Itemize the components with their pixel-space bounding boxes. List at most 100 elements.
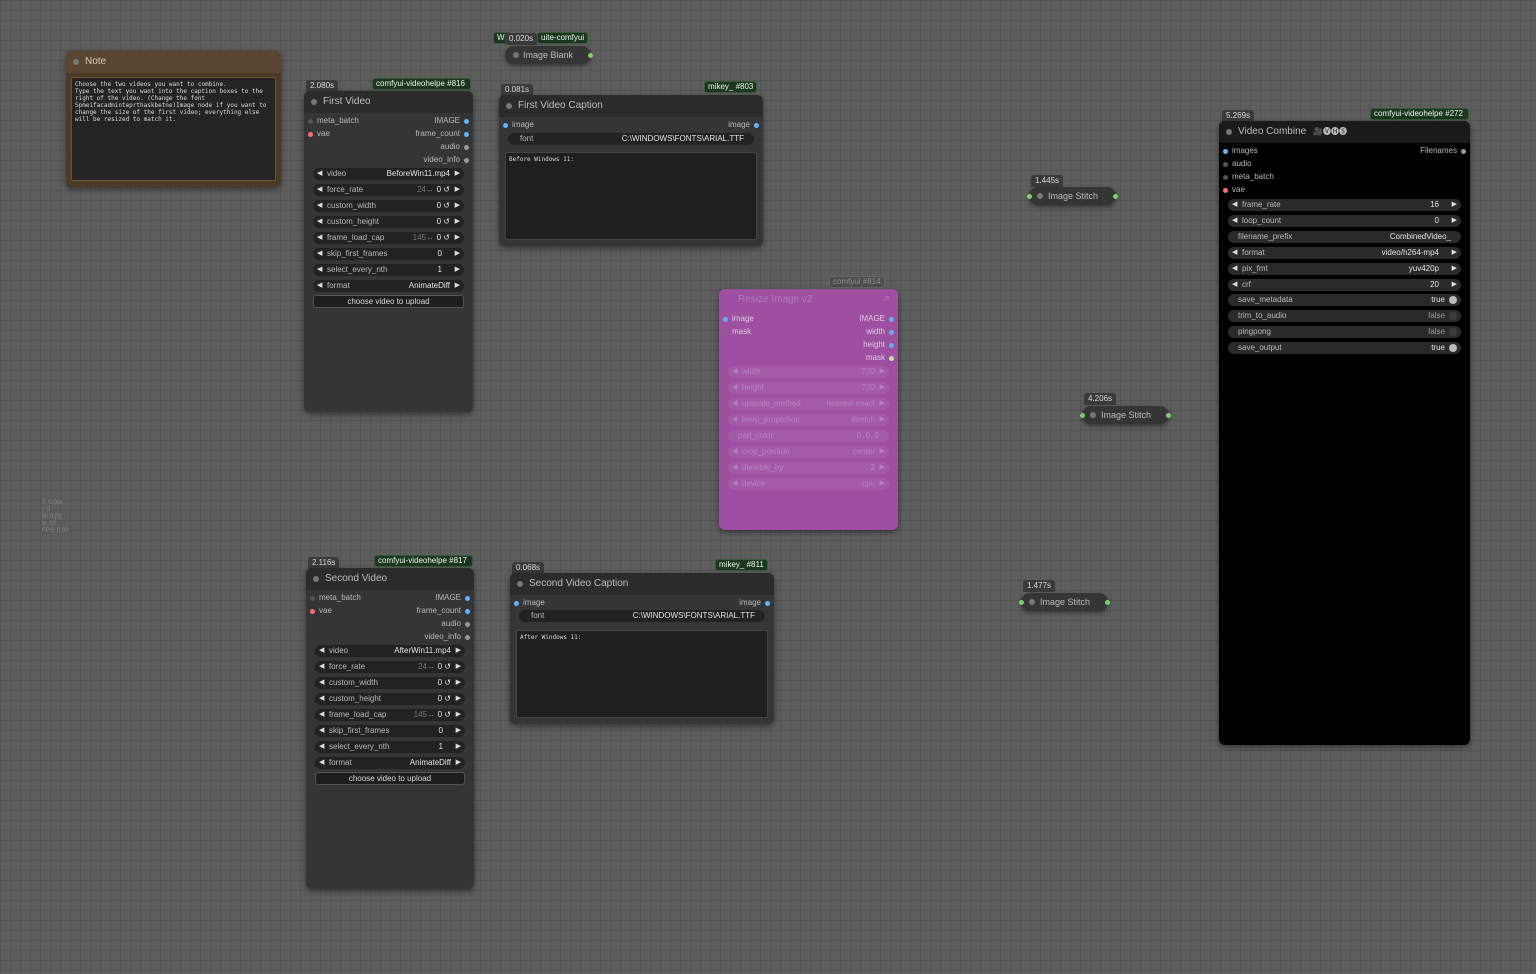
output-video-info[interactable]: video_info xyxy=(425,631,470,643)
output-width[interactable]: width xyxy=(866,326,894,338)
output-pin[interactable] xyxy=(889,317,894,322)
first-video-node[interactable]: First Video meta_batch vae IMAGE frame_c… xyxy=(304,91,473,412)
video-combine-node[interactable]: Video Combine 🎥🅥🅗🅢 images audio meta_bat… xyxy=(1219,121,1470,745)
input-mask[interactable]: mask xyxy=(723,326,751,338)
decrement-arrow-icon[interactable]: ◀ xyxy=(732,414,737,426)
increment-arrow-icon[interactable]: ▶ xyxy=(1452,215,1457,227)
decrement-arrow-icon[interactable]: ◀ xyxy=(319,757,324,769)
input-pin[interactable] xyxy=(503,123,508,128)
widget-font[interactable]: font C:\WINDOWS\FONTS\ARIAL.TTF xyxy=(519,610,765,622)
input-vae[interactable]: vae xyxy=(1223,184,1245,196)
output-pin[interactable] xyxy=(1461,149,1466,154)
choose-video-button[interactable]: choose video to upload xyxy=(313,295,464,308)
decrement-arrow-icon[interactable]: ◀ xyxy=(1232,199,1237,211)
image-stitch-node-2[interactable]: Image Stitch xyxy=(1080,406,1171,424)
increment-arrow-icon[interactable]: ▶ xyxy=(880,414,885,426)
note-node-title[interactable]: Note xyxy=(66,51,281,73)
decrement-arrow-icon[interactable]: ◀ xyxy=(732,366,737,378)
second-caption-title-bar[interactable]: Second Video Caption xyxy=(510,573,774,595)
first-caption-textarea[interactable]: Before Windows 11: xyxy=(505,152,757,240)
decrement-arrow-icon[interactable]: ◀ xyxy=(1232,263,1237,275)
decrement-arrow-icon[interactable]: ◀ xyxy=(1232,279,1237,291)
increment-arrow-icon[interactable]: ▶ xyxy=(456,645,461,657)
input-images[interactable]: images xyxy=(1223,145,1258,157)
increment-arrow-icon[interactable]: ▶ xyxy=(880,398,885,410)
widget-format[interactable]: ◀ format AnimateDiff ▶ xyxy=(313,280,464,292)
increment-arrow-icon[interactable]: ▶ xyxy=(880,382,885,394)
decrement-arrow-icon[interactable]: ◀ xyxy=(732,478,737,490)
increment-arrow-icon[interactable]: ▶ xyxy=(1452,279,1457,291)
increment-arrow-icon[interactable]: ▶ xyxy=(456,661,461,673)
decrement-arrow-icon[interactable]: ◀ xyxy=(317,232,322,244)
widget-pad-color[interactable]: pad_color 0, 0, 0 xyxy=(728,430,889,442)
output-image[interactable]: IMAGE xyxy=(859,313,894,325)
decrement-arrow-icon[interactable]: ◀ xyxy=(1232,247,1237,259)
input-pin[interactable] xyxy=(1019,600,1024,605)
increment-arrow-icon[interactable]: ▶ xyxy=(456,709,461,721)
resize-title-bar[interactable]: Resize Image v2 ↗ xyxy=(719,289,898,311)
collapse-dot-icon[interactable] xyxy=(1226,129,1232,135)
widget-format[interactable]: ◀ format video/h264-mp4 ▶ xyxy=(1228,247,1461,259)
output-image[interactable]: image xyxy=(728,119,759,131)
collapse-dot-icon[interactable] xyxy=(1029,599,1035,605)
widget-upscale-method[interactable]: ◀ upscale_method nearest-exact ▶ xyxy=(728,398,889,410)
output-video-info[interactable]: video_info xyxy=(424,154,469,166)
widget-frame-rate[interactable]: ◀ frame_rate 16 ▶ xyxy=(1228,199,1461,211)
decrement-arrow-icon[interactable]: ◀ xyxy=(317,248,322,260)
toggle-off-icon[interactable] xyxy=(1449,312,1457,320)
input-meta-batch[interactable]: meta_batch xyxy=(1223,171,1274,183)
widget-loop-count[interactable]: ◀ loop_count 0 ▶ xyxy=(1228,215,1461,227)
widget-pingpong[interactable]: pingpong false xyxy=(1228,326,1461,338)
collapse-dot-icon[interactable] xyxy=(506,103,512,109)
input-meta-batch[interactable]: meta_batch xyxy=(310,592,361,604)
output-frame-count[interactable]: frame_count xyxy=(416,128,469,140)
input-vae[interactable]: vae xyxy=(308,128,330,140)
bypass-icon[interactable]: ↗ xyxy=(882,289,890,311)
decrement-arrow-icon[interactable]: ◀ xyxy=(317,216,322,228)
collapse-dot-icon[interactable] xyxy=(73,59,79,65)
decrement-arrow-icon[interactable]: ◀ xyxy=(319,725,324,737)
output-pin[interactable] xyxy=(465,609,470,614)
note-node[interactable]: Note Choose the two videos you want to c… xyxy=(66,51,281,187)
widget-height[interactable]: ◀ height 720 ▶ xyxy=(728,382,889,394)
input-pin[interactable] xyxy=(1223,188,1228,193)
collapse-dot-icon[interactable] xyxy=(311,99,317,105)
widget-custom-width[interactable]: ◀ custom_width 0 ↺ ▶ xyxy=(315,677,465,689)
decrement-arrow-icon[interactable]: ◀ xyxy=(319,741,324,753)
input-image[interactable]: image xyxy=(503,119,534,131)
increment-arrow-icon[interactable]: ▶ xyxy=(455,232,460,244)
increment-arrow-icon[interactable]: ▶ xyxy=(1452,199,1457,211)
widget-pix-fmt[interactable]: ◀ pix_fmt yuv420p ▶ xyxy=(1228,263,1461,275)
input-pin[interactable] xyxy=(514,601,519,606)
decrement-arrow-icon[interactable]: ◀ xyxy=(317,280,322,292)
note-textarea[interactable]: Choose the two videos you want to combin… xyxy=(71,77,276,181)
output-image[interactable]: image xyxy=(739,597,770,609)
input-audio[interactable]: audio xyxy=(1223,158,1252,170)
widget-skip-first-frames[interactable]: ◀ skip_first_frames 0 ▶ xyxy=(315,725,465,737)
collapse-dot-icon[interactable] xyxy=(313,576,319,582)
collapse-dot-icon[interactable] xyxy=(513,52,519,58)
increment-arrow-icon[interactable]: ▶ xyxy=(455,280,460,292)
decrement-arrow-icon[interactable]: ◀ xyxy=(319,693,324,705)
output-pin[interactable] xyxy=(465,622,470,627)
input-meta-batch[interactable]: meta_batch xyxy=(308,115,359,127)
widget-select-every-nth[interactable]: ◀ select_every_nth 1 ▶ xyxy=(315,741,465,753)
widget-custom-height[interactable]: ◀ custom_height 0 ↺ ▶ xyxy=(315,693,465,705)
decrement-arrow-icon[interactable]: ◀ xyxy=(319,677,324,689)
input-image[interactable]: image xyxy=(514,597,545,609)
output-pin[interactable] xyxy=(1113,194,1118,199)
increment-arrow-icon[interactable]: ▶ xyxy=(1452,263,1457,275)
increment-arrow-icon[interactable]: ▶ xyxy=(455,184,460,196)
output-mask[interactable]: mask xyxy=(866,352,894,364)
decrement-arrow-icon[interactable]: ◀ xyxy=(317,184,322,196)
toggle-on-icon[interactable] xyxy=(1449,296,1457,304)
widget-width[interactable]: ◀ width 720 ▶ xyxy=(728,366,889,378)
increment-arrow-icon[interactable]: ▶ xyxy=(455,264,460,276)
decrement-arrow-icon[interactable]: ◀ xyxy=(319,709,324,721)
input-pin[interactable] xyxy=(1080,413,1085,418)
first-caption-node[interactable]: First Video Caption image image font C:\W… xyxy=(499,95,763,246)
decrement-arrow-icon[interactable]: ◀ xyxy=(732,382,737,394)
decrement-arrow-icon[interactable]: ◀ xyxy=(319,645,324,657)
second-video-node[interactable]: Second Video meta_batch vae IMAGE frame_… xyxy=(306,568,474,889)
increment-arrow-icon[interactable]: ▶ xyxy=(456,741,461,753)
